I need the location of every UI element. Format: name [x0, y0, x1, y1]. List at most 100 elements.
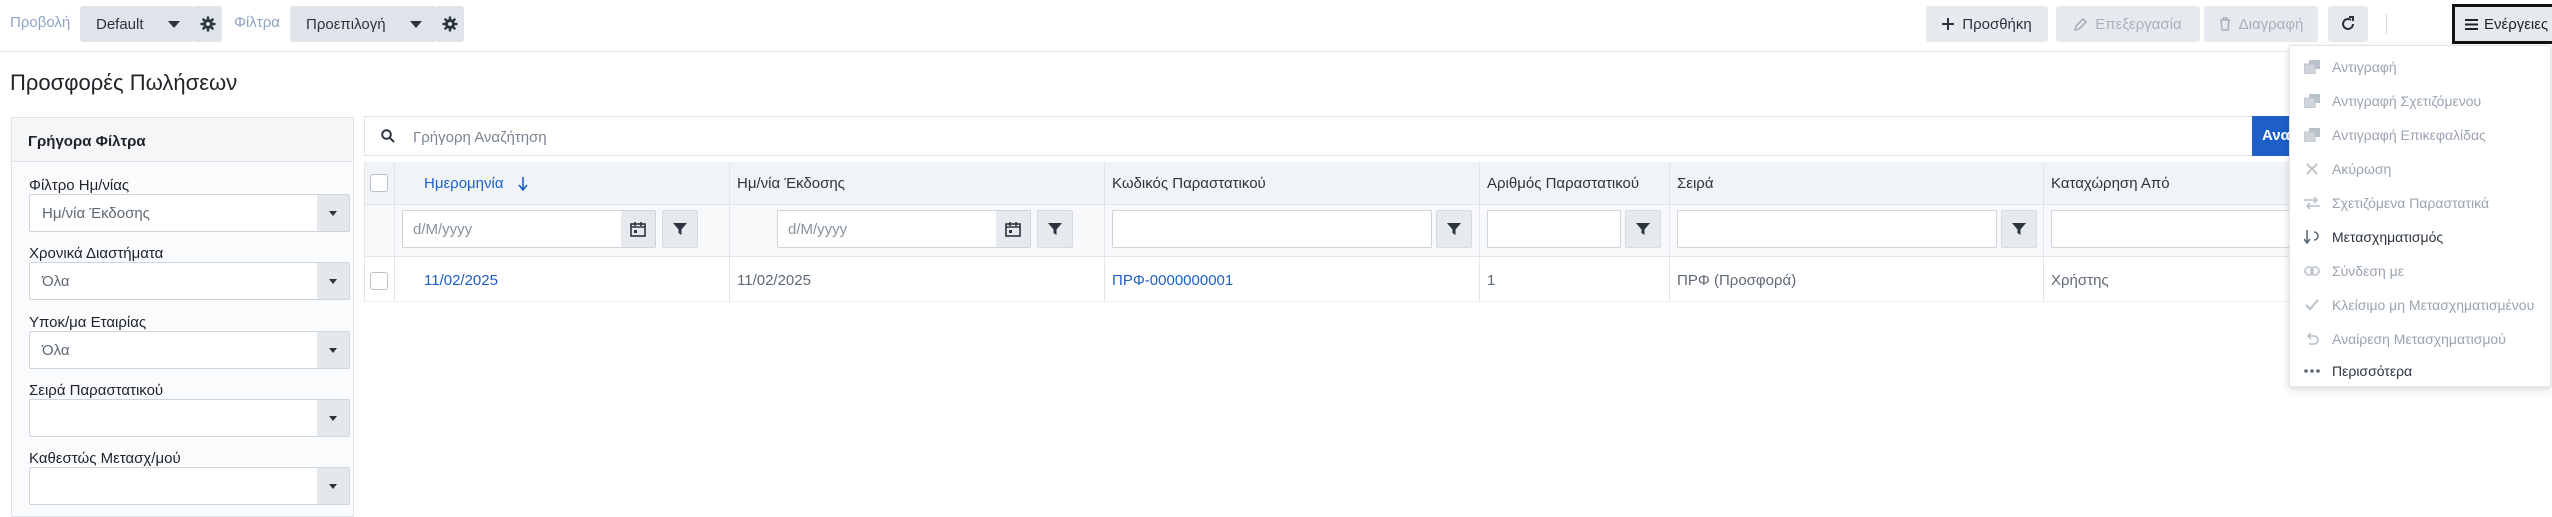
menu-item-undo-transform[interactable]: Αναίρεση Μετασχηματισμού: [2290, 322, 2552, 356]
filter-date-select[interactable]: Ημ/νία Έκδοσης: [29, 194, 350, 232]
menu-item-related-docs-label: Σχετιζόμενα Παραστατικά: [2332, 195, 2490, 211]
filter-transform-status-label: Καθεστώς Μετασχ/μού: [29, 450, 181, 467]
plus-icon: [1942, 18, 1955, 30]
delete-button[interactable]: Διαγραφή: [2204, 6, 2318, 42]
column-header-date[interactable]: Ημερομηνία: [424, 175, 528, 192]
column-divider: [2043, 162, 2044, 302]
series-filter-input[interactable]: [1677, 210, 1997, 248]
menu-item-link-to[interactable]: Σύνδεση με: [2290, 254, 2552, 288]
filter-periods-select[interactable]: Όλα: [29, 262, 350, 300]
calendar-button[interactable]: [996, 211, 1030, 247]
dropdown-button[interactable]: [317, 195, 349, 231]
issue-date-filter-placeholder: d/M/yyyy: [788, 221, 848, 238]
filter-icon: [673, 223, 687, 235]
column-header-series[interactable]: Σειρά: [1677, 175, 1714, 192]
actions-button[interactable]: Ενέργειες: [2452, 4, 2552, 44]
filter-date-value: Ημ/νία Έκδοσης: [42, 205, 150, 222]
menu-item-more-label: Περισσότερα: [2332, 363, 2413, 379]
date-filter-input[interactable]: d/M/yyyy: [402, 210, 656, 248]
column-header-doc-code[interactable]: Κωδικός Παραστατικού: [1112, 175, 1266, 192]
doc-code-filter-button[interactable]: [1436, 210, 1472, 248]
menu-item-cancel[interactable]: Ακύρωση: [2290, 152, 2552, 186]
doc-number-filter-input[interactable]: [1487, 210, 1621, 248]
search-button[interactable]: Αναζήτηση: [2252, 116, 2292, 156]
cell-doc-code[interactable]: ΠΡΦ-0000000001: [1112, 272, 1233, 289]
actions-menu: Αντιγραφή Αντιγραφή Σχετιζόμενου Αντιγρα…: [2289, 45, 2551, 387]
dropdown-button[interactable]: [317, 468, 349, 504]
calendar-button[interactable]: [621, 211, 655, 247]
table-row[interactable]: [364, 258, 2294, 302]
column-header-issue-date[interactable]: Ημ/νία Έκδοσης: [737, 175, 845, 192]
undo-icon: [2306, 332, 2319, 345]
menu-item-cancel-label: Ακύρωση: [2332, 161, 2392, 177]
filters-settings-button[interactable]: [436, 6, 464, 42]
edit-button[interactable]: Επεξεργασία: [2056, 6, 2200, 42]
pencil-icon: [2074, 17, 2088, 31]
menu-item-more[interactable]: Περισσότερα: [2290, 354, 2552, 388]
view-settings-button[interactable]: [194, 6, 222, 42]
created-by-filter-input[interactable]: [2051, 210, 2291, 248]
column-header-created-by[interactable]: Καταχώρηση Από: [2051, 175, 2170, 192]
doc-code-filter-input[interactable]: [1112, 210, 1432, 248]
cell-doc-number: 1: [1487, 272, 1496, 289]
link-icon: [2304, 266, 2320, 276]
quick-filters-panel: Γρήγορα Φίλτρα Φίλτρο Ημ/νίας Ημ/νία Έκδ…: [11, 117, 354, 517]
related-docs-icon: [2304, 197, 2320, 209]
actions-button-label: Ενέργειες: [2484, 15, 2549, 33]
menu-item-related-docs[interactable]: Σχετιζόμενα Παραστατικά: [2290, 186, 2552, 220]
menu-item-copy-related[interactable]: Αντιγραφή Σχετιζόμενου: [2290, 84, 2552, 118]
menu-item-transform-label: Μετασχηματισμός: [2332, 229, 2444, 245]
menu-item-copy-related-label: Αντιγραφή Σχετιζόμενου: [2332, 93, 2482, 109]
view-select-value: Default: [96, 15, 144, 33]
chevron-down-icon: [329, 279, 337, 284]
issue-date-filter-button[interactable]: [1037, 210, 1073, 248]
filter-transform-status-select[interactable]: [29, 467, 350, 505]
column-divider: [364, 162, 365, 302]
issue-date-filter-input[interactable]: d/M/yyyy: [777, 210, 1031, 248]
calendar-icon: [630, 222, 646, 237]
menu-item-transform[interactable]: Μετασχηματισμός: [2290, 220, 2552, 254]
gear-icon: [442, 16, 458, 32]
add-button[interactable]: Προσθήκη: [1926, 6, 2048, 42]
dropdown-button[interactable]: [317, 332, 349, 368]
series-filter-button[interactable]: [2001, 210, 2037, 248]
menu-item-copy-header-label: Αντιγραφή Επικεφαλίδας: [2332, 127, 2486, 143]
column-divider: [1104, 162, 1105, 302]
dropdown-button[interactable]: [317, 400, 349, 436]
filters-label: Φίλτρα: [234, 14, 280, 31]
filter-doc-series-label: Σειρά Παραστατικού: [29, 382, 164, 399]
chevron-down-icon: [168, 20, 180, 28]
dropdown-button[interactable]: [317, 263, 349, 299]
trash-icon: [2219, 17, 2230, 31]
cell-issue-date: 11/02/2025: [737, 272, 811, 289]
doc-number-filter-button[interactable]: [1625, 210, 1661, 248]
refresh-button[interactable]: [2328, 6, 2368, 42]
select-all-checkbox[interactable]: [370, 174, 388, 192]
filter-icon: [1048, 223, 1062, 235]
quick-filters-title: Γρήγορα Φίλτρα: [12, 118, 353, 162]
column-header-doc-number[interactable]: Αριθμός Παραστατικού: [1487, 175, 1639, 192]
filter-icon: [1636, 223, 1650, 235]
row-checkbox[interactable]: [370, 272, 388, 290]
date-filter-button[interactable]: [662, 210, 698, 248]
menu-item-copy-header[interactable]: Αντιγραφή Επικεφαλίδας: [2290, 118, 2552, 152]
menu-item-undo-transform-label: Αναίρεση Μετασχηματισμού: [2332, 331, 2506, 347]
copy-header-icon: [2304, 128, 2320, 142]
filter-company-branch-label: Υποκ/μα Εταιρίας: [29, 314, 147, 331]
filters-select[interactable]: Προεπιλογή: [290, 6, 436, 42]
cancel-icon: [2306, 163, 2318, 175]
edit-button-label: Επεξεργασία: [2095, 15, 2182, 33]
filter-doc-series-select[interactable]: [29, 399, 350, 437]
column-divider: [1479, 162, 1480, 302]
chevron-down-icon: [329, 416, 337, 421]
view-select[interactable]: Default: [80, 6, 194, 42]
menu-item-copy[interactable]: Αντιγραφή: [2290, 50, 2552, 84]
menu-item-close-untransformed[interactable]: Κλείσιμο μη Μετασχηματισμένου: [2290, 288, 2552, 322]
quick-search-input[interactable]: Γρήγορη Αναζήτηση: [364, 116, 2264, 156]
filter-icon: [1447, 223, 1461, 235]
column-divider: [1669, 162, 1670, 302]
gear-icon: [200, 16, 216, 32]
filter-company-branch-select[interactable]: Όλα: [29, 331, 350, 369]
cell-date[interactable]: 11/02/2025: [424, 272, 498, 289]
chevron-down-icon: [329, 211, 337, 216]
